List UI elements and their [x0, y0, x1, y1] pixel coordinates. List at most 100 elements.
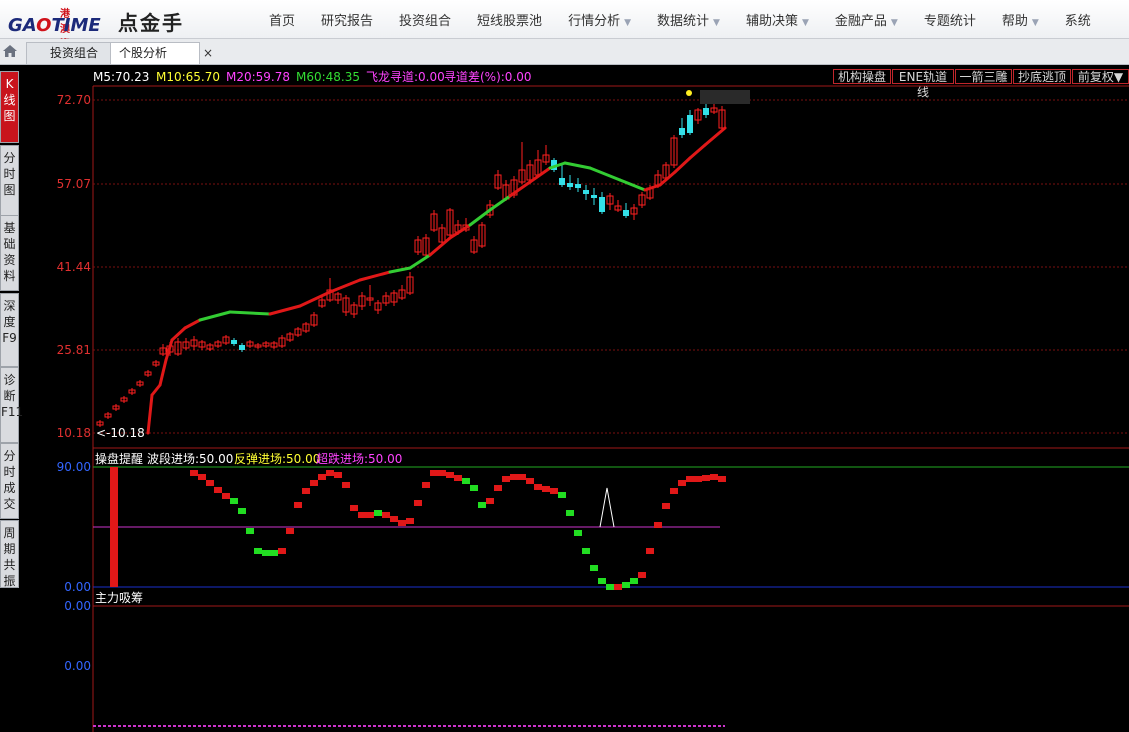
nav-item-7[interactable]: 金融产品 ▼ — [822, 10, 911, 29]
top-navigation-bar: 港澳资讯 GAOTIME 点金手 首页研究报告投资组合短线股票池行情分析▼数据统… — [0, 0, 1129, 65]
nav-item-1[interactable]: 研究报告 — [308, 10, 386, 29]
ma-legend-item: M60:48.35 — [296, 70, 360, 84]
trend-line-segment — [358, 270, 392, 282]
indicator-peak-mark — [599, 487, 615, 528]
ma-legend-item: 飞龙寻道:0.00 — [366, 70, 445, 84]
nav-item-6[interactable]: 辅助决策 ▼ — [733, 10, 822, 29]
candle-body-down — [679, 128, 685, 135]
nav-item-label: 短线股票池 — [477, 13, 543, 29]
ma-legend-item: M10:65.70 — [156, 70, 220, 84]
candle-body-down — [703, 108, 709, 115]
logo-text-b: TIME — [51, 15, 101, 36]
trend-line-segment — [488, 194, 512, 212]
indicator-step-bar — [206, 480, 214, 486]
indicator-step-bar — [574, 530, 582, 536]
close-tab-icon[interactable]: × — [203, 43, 213, 64]
candle-body-down — [591, 195, 597, 198]
candle-body-down — [599, 197, 605, 212]
nav-item-label: 系统 — [1064, 13, 1091, 29]
candle-body-down — [239, 345, 245, 350]
chevron-down-icon: ▼ — [801, 17, 809, 28]
indicator-step-bar — [686, 476, 694, 482]
indicator-step-bar — [390, 516, 398, 522]
candle-body-down — [687, 115, 693, 133]
home-icon[interactable] — [2, 44, 18, 58]
low-price-marker: <-10.18 — [96, 426, 145, 440]
chevron-down-icon: ▼ — [890, 17, 898, 28]
indicator-spike-bar — [110, 467, 118, 587]
bottom-axis-label: 0.00 — [64, 659, 91, 673]
trend-line-segment — [588, 166, 622, 182]
nav-item-3[interactable]: 短线股票池 — [464, 10, 555, 29]
indicator-legend-item: 超跌进场:50.00 — [316, 451, 402, 466]
trend-line-segment — [388, 266, 412, 274]
indicator-step-bar — [710, 474, 718, 480]
indicator-axis-label: 90.00 — [57, 460, 91, 474]
indicator-step-bar — [630, 578, 638, 584]
indicator-step-bar — [278, 548, 286, 554]
trend-line-segment — [158, 358, 168, 387]
indicator-step-bar — [694, 476, 702, 482]
indicator-step-bar — [590, 565, 598, 571]
blurred-label — [700, 90, 750, 104]
chevron-down-icon: ▼ — [624, 17, 631, 28]
indicator-step-bar — [638, 572, 646, 578]
indicator-legend-item: 反弹进场:50.00 — [234, 452, 320, 466]
trend-line-segment — [268, 304, 302, 316]
indicator-step-bar — [430, 470, 438, 476]
indicator-step-bar — [566, 510, 574, 516]
trend-line-segment — [658, 170, 677, 187]
main-menu: 首页 研究报告 投资组合 短线股票池 行情分析 ▼ 数据统计 ▼ 辅助决策 ▼ 金融产品 ▼ 专题统计帮… — [256, 0, 1104, 38]
indicator-step-bar — [670, 488, 678, 494]
trend-line-segment — [150, 383, 162, 397]
price-axis-label: 72.70 — [57, 93, 91, 107]
candle-body-down — [575, 184, 581, 188]
ma-legend-item: 寻道差(%):0.00 — [444, 70, 532, 84]
tab-stock-analysis-label: 个股分析 — [119, 46, 168, 60]
nav-item-label: 首页 — [269, 13, 296, 29]
indicator-step-bar — [382, 512, 390, 518]
nav-item-8[interactable]: 专题统计 — [911, 10, 989, 29]
indicator-step-bar — [646, 548, 654, 554]
candle-body-down — [567, 183, 573, 187]
indicator-step-bar — [438, 470, 446, 476]
nav-item-label: 投资组合 — [399, 13, 452, 29]
bottom-axis-label: 0.00 — [64, 599, 91, 613]
indicator-step-bar — [550, 488, 558, 494]
nav-item-5[interactable]: 数据统计 ▼ — [644, 10, 733, 29]
nav-item-2[interactable]: 投资组合 — [386, 10, 464, 29]
nav-item-9[interactable]: 帮助 ▼ — [989, 10, 1052, 29]
indicator-step-bar — [406, 518, 414, 524]
candle-body-down — [559, 178, 565, 185]
ma-legend-item: M20:59.78 — [226, 70, 290, 84]
indicator-panel-title: 操盘提醒 — [95, 451, 143, 466]
indicator-step-bar — [230, 498, 238, 504]
nav-item-label: 行情分析 — [568, 13, 621, 29]
indicator-step-bar — [662, 503, 670, 509]
indicator-step-bar — [510, 474, 518, 480]
nav-item-4[interactable]: 行情分析 ▼ — [555, 10, 644, 29]
nav-item-0[interactable]: 首页 — [256, 10, 308, 29]
tab-portfolio[interactable]: 投资组合 — [26, 42, 122, 64]
nav-item-label: 专题统计 — [923, 13, 976, 29]
tab-stock-analysis[interactable]: 个股分析 × — [110, 42, 213, 64]
indicator-step-bar — [326, 470, 334, 476]
trend-line-segment — [328, 278, 362, 294]
logo-text-o: O — [36, 15, 52, 36]
nav-item-10[interactable]: 系统 — [1052, 10, 1104, 29]
indicator-step-bar — [342, 482, 350, 488]
indicator-step-bar — [246, 528, 254, 534]
nav-item-label: 辅助决策 — [745, 13, 798, 29]
kline-chart-area[interactable]: 72.70 57.07 41.44 25.81 10.18 M5:70.23 M10:65.… — [0, 64, 1129, 732]
signal-dot — [686, 90, 692, 96]
nav-item-label: 研究报告 — [321, 13, 374, 29]
indicator-step-bar — [334, 472, 342, 478]
price-axis-label: 41.44 — [57, 260, 91, 274]
trend-line-segment — [468, 208, 492, 227]
indicator-step-bar — [558, 492, 566, 498]
indicator-step-bar — [358, 512, 366, 518]
indicator-step-bar — [294, 502, 302, 508]
indicator-step-bar — [366, 512, 374, 518]
indicator-step-bar — [446, 472, 454, 478]
indicator-step-bar — [518, 474, 526, 480]
